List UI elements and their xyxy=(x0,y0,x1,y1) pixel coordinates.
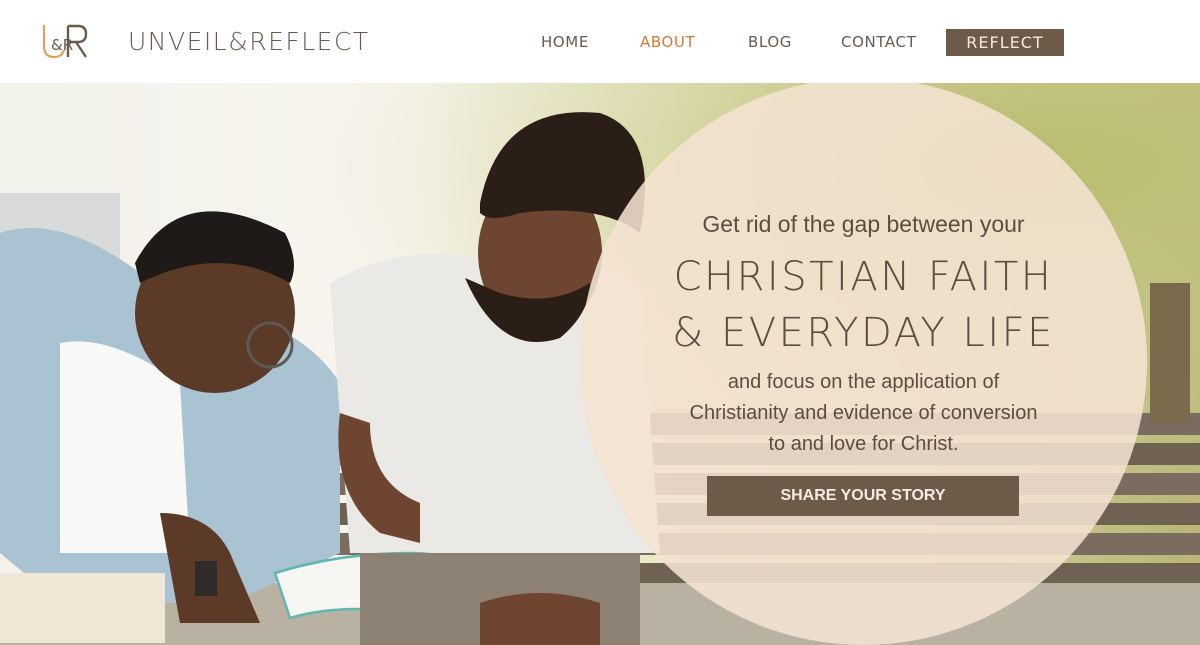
hero-body-line1: and focus on the application of xyxy=(727,371,1000,393)
site-header: &R UNVEIL&REFLECT HOME ABOUT BLOG CONTAC… xyxy=(0,0,1200,83)
reflect-button[interactable]: REFLECT xyxy=(946,29,1064,56)
hero-body-line2: Christianity and evidence of conversion xyxy=(689,402,1038,424)
svg-text:&R: &R xyxy=(51,36,73,54)
hero-text-circle xyxy=(580,83,1147,645)
hero-body-text: and focus on the application of Christia… xyxy=(630,367,1097,460)
hero-body-line3: to and love for Christ. xyxy=(768,433,959,455)
nav-home[interactable]: HOME xyxy=(541,33,589,51)
hero-section: Get rid of the gap between your CHRISTIA… xyxy=(0,83,1200,645)
nav-contact[interactable]: CONTACT xyxy=(841,33,916,51)
nav-blog[interactable]: BLOG xyxy=(748,33,792,51)
hero-heading-line1: CHRISTIAN FAITH xyxy=(673,254,1054,300)
hero-heading-line2: & EVERYDAY LIFE xyxy=(672,310,1055,356)
brand-name[interactable]: UNVEIL&REFLECT xyxy=(128,27,370,56)
ur-logo-icon[interactable]: &R xyxy=(38,22,92,62)
nav-about[interactable]: ABOUT xyxy=(640,33,695,51)
hero-heading: CHRISTIAN FAITH & EVERYDAY LIFE xyxy=(580,249,1147,361)
hero-lead-text: Get rid of the gap between your xyxy=(702,211,1025,237)
share-your-story-button[interactable]: SHARE YOUR STORY xyxy=(707,476,1019,516)
